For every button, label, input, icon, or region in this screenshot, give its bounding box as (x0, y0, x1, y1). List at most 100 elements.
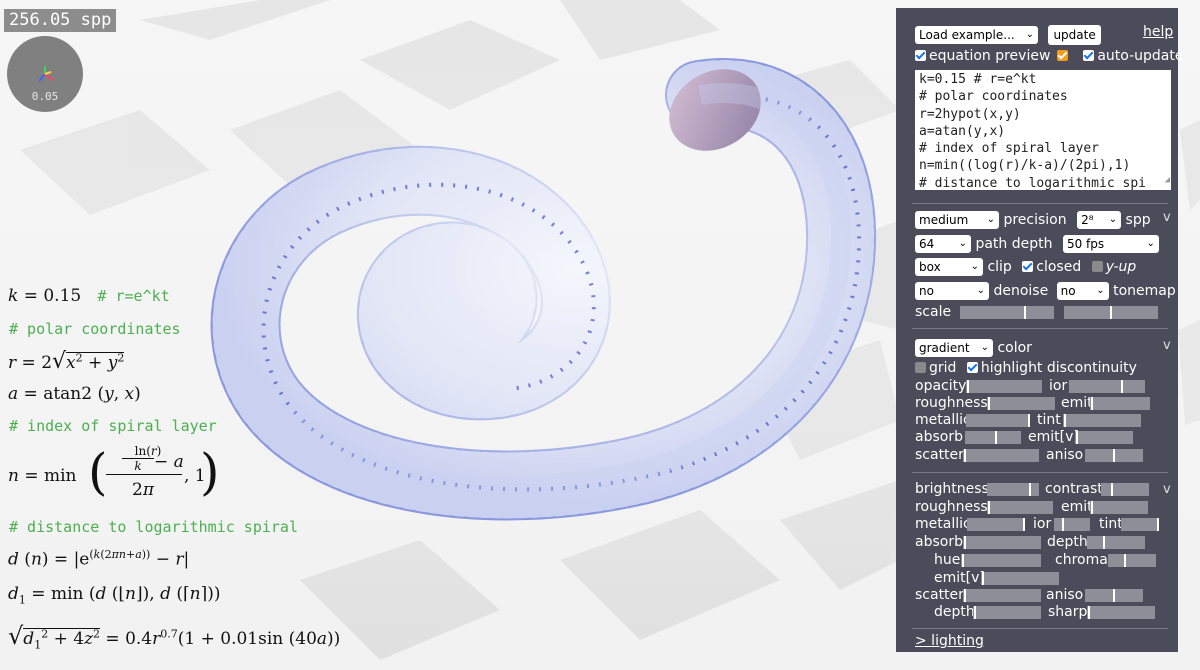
load-example-select[interactable]: Load example... ⌄ (915, 26, 1038, 44)
bg-roughness-label: roughness (915, 499, 988, 515)
color-mode-value: gradient (919, 341, 970, 355)
highlight-discontinuity-checkbox[interactable] (966, 362, 978, 373)
scale-label: scale (915, 304, 952, 320)
bg-ior-slider[interactable] (1054, 518, 1090, 531)
y-up-label: y-up (1105, 259, 1137, 275)
bg-metallic-slider[interactable] (967, 518, 1025, 531)
bg-aniso-slider[interactable] (1085, 589, 1143, 602)
emit-slider[interactable] (1090, 397, 1150, 410)
bg-aniso-label: aniso (1046, 587, 1084, 603)
bg-depth-slider[interactable] (1087, 536, 1145, 549)
ior-slider[interactable] (1069, 380, 1145, 393)
resize-grip-icon[interactable]: ◢ (1165, 172, 1170, 189)
aniso-slider[interactable] (1085, 449, 1143, 462)
update-button[interactable]: update (1048, 25, 1101, 45)
fps-value: 50 fps (1066, 237, 1105, 251)
spp-readout: 256.05 spp (4, 9, 117, 32)
clip-label: clip (987, 259, 1012, 275)
denoise-label: denoise (993, 283, 1049, 299)
grid-label: grid (929, 360, 957, 376)
gizmo-value: 0.05 (31, 90, 59, 103)
metallic-label: metallic (915, 412, 971, 428)
bg-scatter-label: scatter (915, 587, 964, 603)
color-label: color (997, 340, 1032, 356)
chevron-down-icon: ⌄ (976, 285, 985, 296)
chevron-down-icon: ⌄ (1108, 214, 1118, 225)
roughness-slider[interactable] (987, 397, 1055, 410)
grid-checkbox[interactable] (915, 362, 926, 373)
scatter-slider[interactable] (963, 449, 1039, 462)
equation-code-editor[interactable]: k=0.15 # r=e^kt # polar coordinates r=2h… (915, 70, 1171, 190)
bg-tint-slider[interactable] (1121, 518, 1159, 531)
equation-comment: # r=e^kt (97, 287, 170, 305)
quality-value: medium (919, 213, 969, 227)
scale-slider-1[interactable] (959, 305, 1054, 319)
bg-chroma-label: chroma (1055, 552, 1108, 568)
denoise-select[interactable]: no ⌄ (915, 282, 989, 300)
closed-label: closed (1036, 259, 1082, 275)
equation-line-d: d (n) = |e(k(2πn+a)) − r| (8, 548, 190, 570)
chevron-down-icon: ⌄ (986, 214, 995, 225)
orientation-gizmo[interactable]: 0.05 (7, 36, 83, 112)
color-mode-select[interactable]: gradient ⌄ (915, 339, 993, 357)
path-depth-select[interactable]: 64 ⌄ (915, 235, 971, 253)
equation-preview-checkbox[interactable] (915, 50, 926, 61)
ior-label: ior (1049, 378, 1068, 394)
tint-label: tint (1037, 412, 1061, 428)
bg-scatter-slider[interactable] (963, 589, 1041, 602)
quality-select[interactable]: medium ⌄ (915, 211, 999, 229)
bg-emit-v-label: emit[v] (934, 570, 985, 586)
code-text: k=0.15 # r=e^kt # polar coordinates r=2h… (919, 72, 1146, 190)
emit-v-slider[interactable] (1075, 431, 1133, 444)
equation-preview-label: equation preview (929, 48, 1051, 64)
opacity-slider[interactable] (966, 380, 1042, 393)
equation-line-a: a = atan2 (y, x) (8, 384, 141, 404)
divider (912, 328, 1168, 329)
emit-label: emit (1061, 395, 1093, 411)
y-up-checkbox[interactable] (1091, 261, 1103, 272)
bg-emit-v-slider[interactable] (981, 572, 1059, 585)
load-example-label: Load example... (919, 28, 1015, 42)
spp-select[interactable]: 2⁸ ⌄ (1077, 211, 1122, 229)
path-depth-value: 64 (919, 237, 935, 251)
fps-select[interactable]: 50 fps ⌄ (1062, 235, 1159, 253)
divider (912, 628, 1168, 629)
bg-tint-label: tint (1099, 516, 1123, 532)
collapse-render-toggle[interactable]: v (1163, 210, 1171, 225)
help-link[interactable]: help (1143, 24, 1173, 41)
equation-line-k: k = 0.15 # r=e^kt (8, 286, 170, 306)
path-depth-label: path depth (975, 236, 1053, 252)
tint-slider[interactable] (1063, 414, 1141, 427)
bg-sharp-slider[interactable] (1087, 606, 1155, 619)
scatter-label: scatter (915, 447, 964, 463)
closed-checkbox[interactable] (1022, 261, 1034, 272)
absorb-slider[interactable] (965, 431, 1021, 444)
opacity-label: opacity (915, 378, 967, 394)
tonemap-select[interactable]: no ⌄ (1056, 282, 1109, 300)
brightness-slider[interactable] (987, 483, 1039, 496)
bg-depth2-slider[interactable] (973, 606, 1041, 619)
auto-update-checkbox[interactable] (1083, 50, 1095, 61)
lighting-link[interactable]: > lighting (915, 633, 984, 649)
spp-select-value: 2⁸ (1081, 213, 1094, 227)
divider (912, 472, 1168, 473)
scale-slider-2[interactable] (1063, 305, 1158, 319)
equation-preview-toggle-checkbox[interactable] (1056, 50, 1068, 61)
bg-emit-slider[interactable] (1090, 501, 1148, 514)
bg-absorb-slider[interactable] (963, 536, 1041, 549)
bg-chroma-slider[interactable] (1108, 554, 1156, 567)
aniso-label: aniso (1046, 447, 1084, 463)
bg-roughness-slider[interactable] (987, 501, 1053, 514)
chevron-down-icon: ⌄ (1146, 238, 1155, 249)
collapse-background-toggle[interactable]: v (1163, 482, 1171, 497)
bg-metallic-label: metallic (915, 516, 971, 532)
bg-hue-slider[interactable] (961, 554, 1041, 567)
chevron-down-icon: ⌄ (980, 342, 989, 353)
absorb-label: absorb (915, 429, 963, 445)
metallic-slider[interactable] (966, 414, 1030, 427)
contrast-slider[interactable] (1101, 483, 1149, 496)
roughness-label: roughness (915, 395, 988, 411)
bg-emit-label: emit (1061, 499, 1093, 515)
collapse-material-toggle[interactable]: v (1163, 338, 1171, 353)
clip-select[interactable]: box ⌄ (915, 258, 983, 276)
